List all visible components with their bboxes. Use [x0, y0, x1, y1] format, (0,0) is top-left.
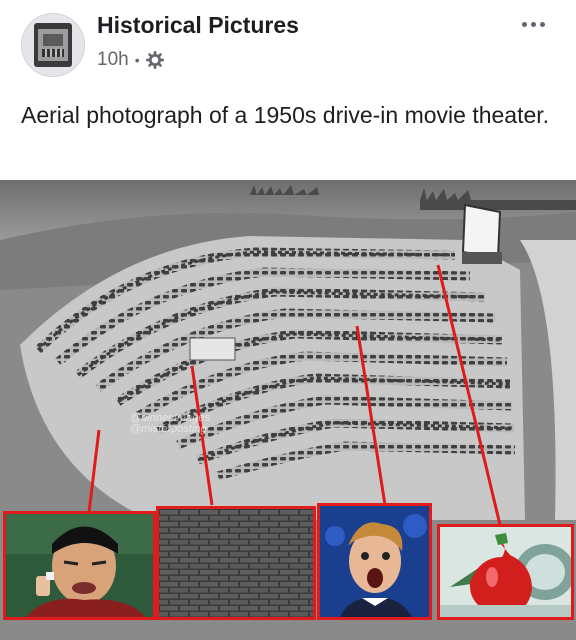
post-meta: 10h •	[97, 49, 164, 71]
image-watermark: @dinner.images @misterposting	[130, 412, 210, 435]
post-caption: Aerial photograph of a 1950s drive-in mo…	[21, 102, 550, 128]
gear-icon[interactable]	[145, 51, 164, 69]
brick-wall-inset	[156, 506, 316, 620]
red-ornament-cartoon-inset	[437, 524, 574, 620]
historical-pictures-logo-icon	[34, 23, 72, 67]
shocked-boy-meme-inset	[317, 503, 432, 620]
post-header: Historical Pictures 10h •	[0, 0, 576, 90]
more-options-icon[interactable]	[513, 10, 553, 38]
post-time[interactable]: 10h	[97, 49, 129, 71]
page-avatar[interactable]	[21, 13, 85, 77]
squinting-man-meme-inset	[3, 511, 156, 620]
page-name-link[interactable]: Historical Pictures	[97, 12, 299, 39]
post-photo[interactable]: @dinner.images @misterposting	[0, 180, 576, 640]
meta-separator: •	[134, 52, 140, 68]
